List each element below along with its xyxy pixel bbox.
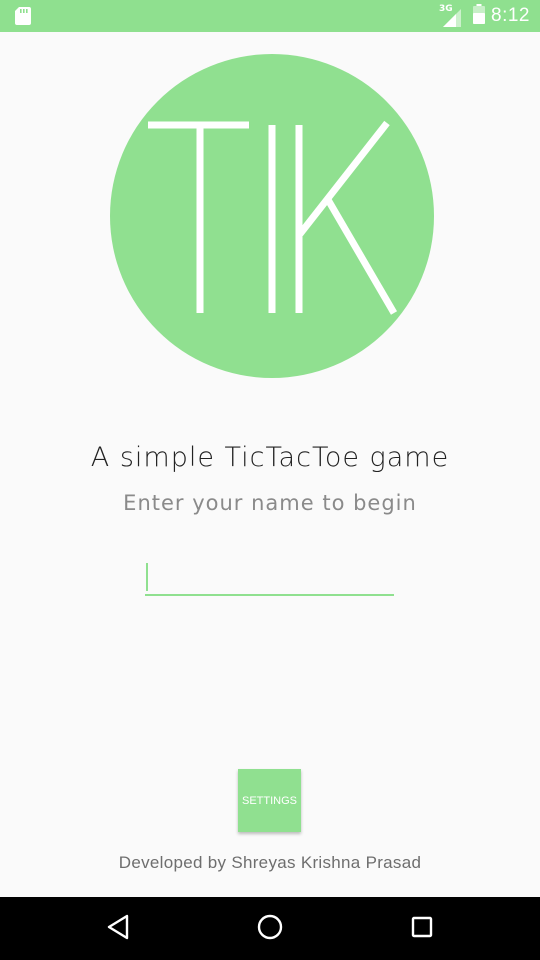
- subtitle: Enter your name to begin: [123, 491, 417, 515]
- recents-button[interactable]: [404, 911, 440, 947]
- back-button[interactable]: [100, 911, 136, 947]
- signal-icon: [443, 9, 462, 31]
- status-bar: 3G 8:12: [0, 0, 540, 32]
- logo-lettering: [148, 120, 398, 315]
- back-icon: [106, 914, 130, 944]
- status-icons: 3G 8:12: [439, 4, 530, 28]
- text-cursor: [146, 563, 148, 591]
- tagline: A simple TicTacToe game: [90, 442, 450, 473]
- settings-button[interactable]: SETTINGS: [238, 769, 301, 832]
- signal-group: 3G: [439, 5, 463, 27]
- recents-icon: [410, 915, 434, 943]
- clock: 8:12: [491, 5, 530, 26]
- app-logo: [110, 54, 434, 378]
- navigation-bar: [0, 897, 540, 960]
- sd-card-icon: [15, 7, 31, 29]
- home-button[interactable]: [252, 911, 288, 947]
- developer-credits: Developed by Shreyas Krishna Prasad: [118, 853, 422, 872]
- name-input[interactable]: [145, 560, 394, 596]
- home-icon: [256, 913, 284, 945]
- app-screen: 3G 8:12 A simple TicTacToe game Enter yo…: [0, 0, 540, 960]
- battery-icon: [473, 4, 486, 28]
